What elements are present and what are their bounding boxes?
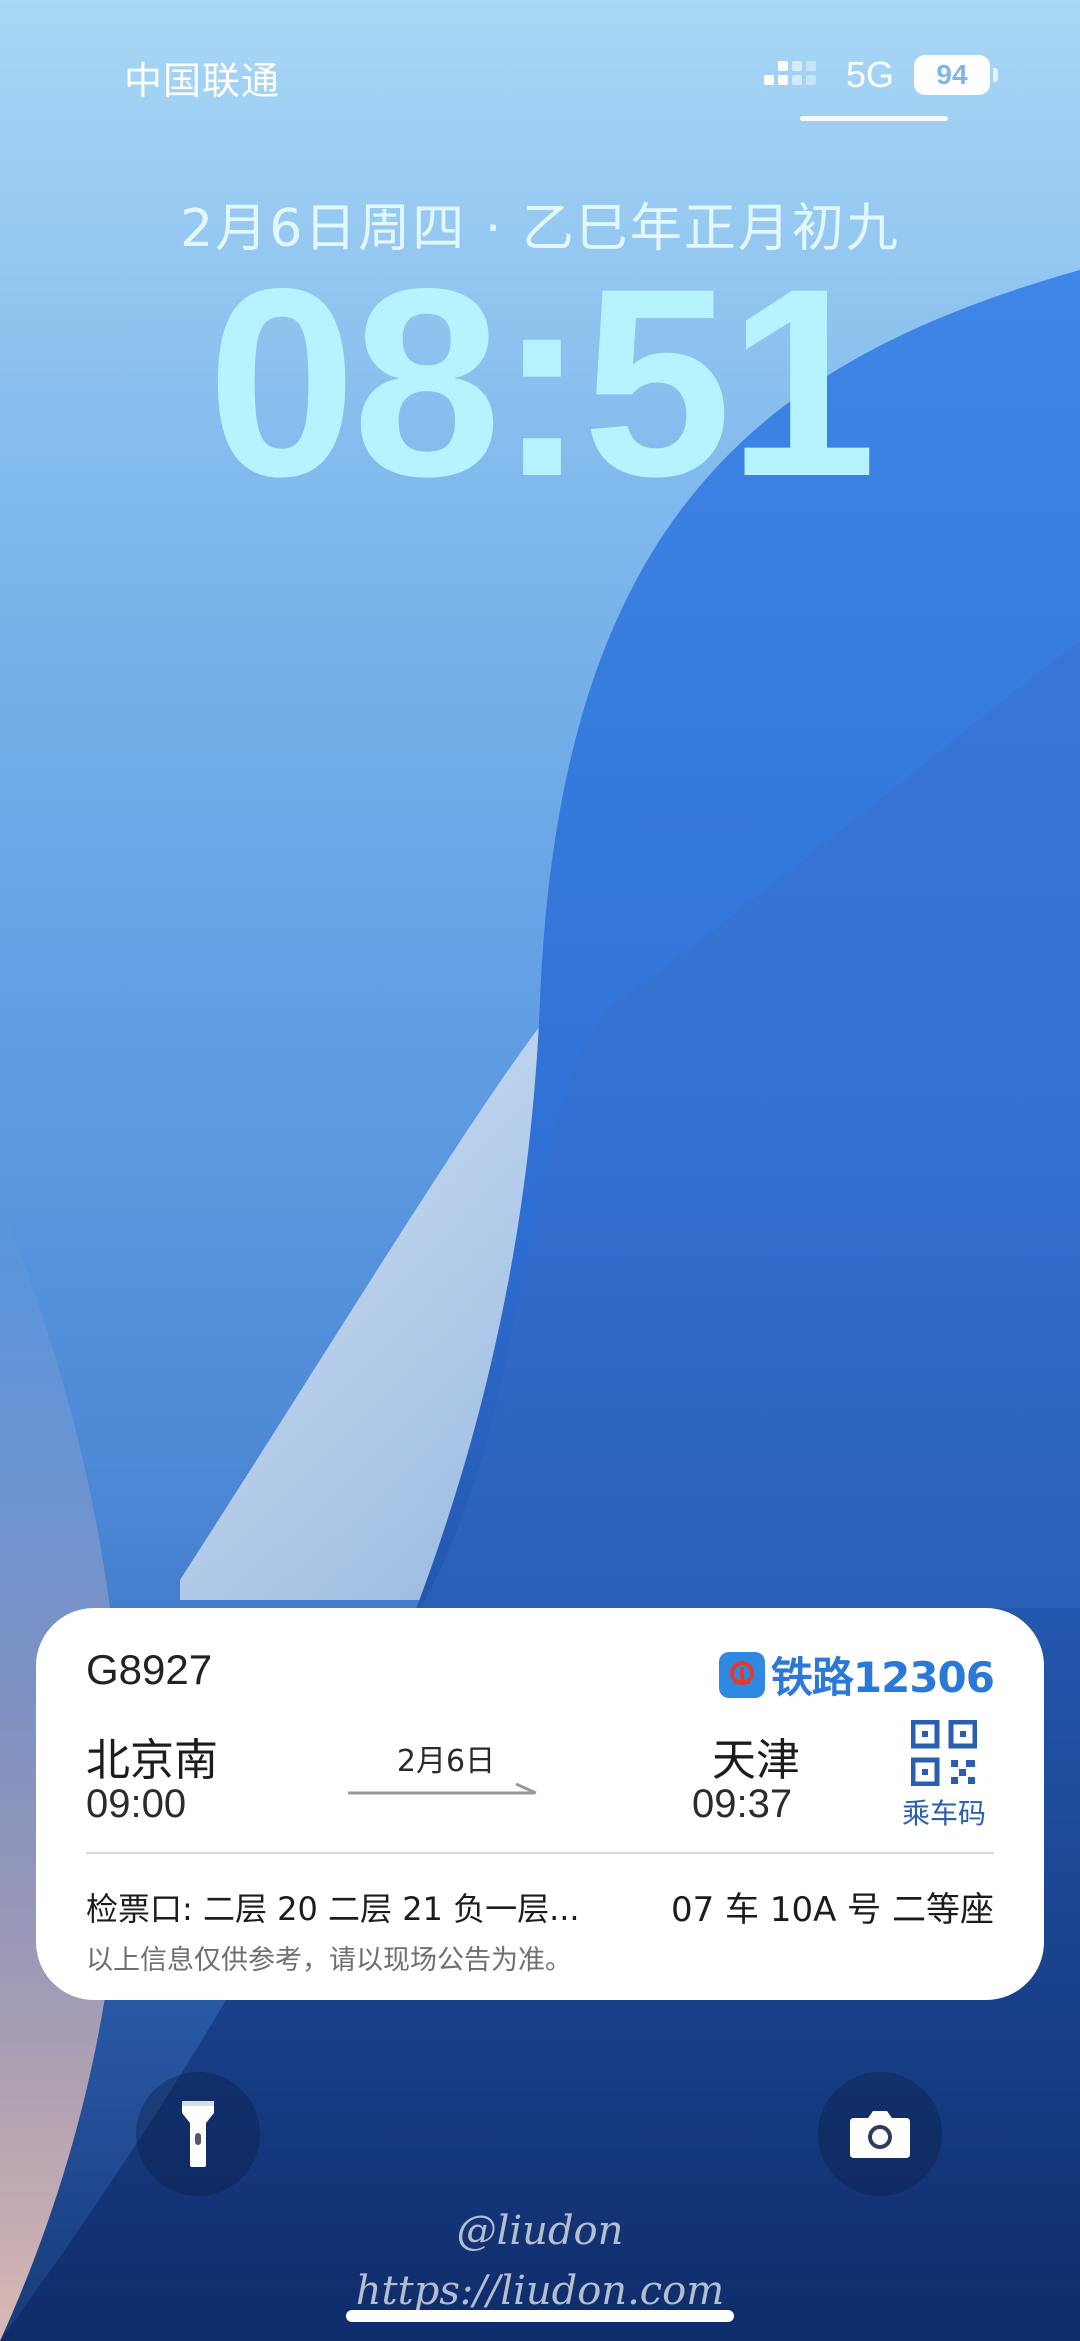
train-ticket-widget[interactable]: G8927 铁路12306 北京南 09:00 2月6日 天津 09:37 乘车… bbox=[36, 1608, 1044, 2000]
lock-clock: 08:51 bbox=[207, 232, 876, 532]
battery-level: 94 bbox=[936, 59, 968, 90]
battery-icon: 94 bbox=[914, 55, 998, 95]
seat-info: 07 车 10A 号 二等座 bbox=[670, 1890, 994, 1930]
battery-tip bbox=[993, 68, 998, 82]
route-arrow-icon bbox=[348, 1782, 537, 1795]
train-number: G8927 bbox=[86, 1646, 213, 1693]
flashlight-button[interactable] bbox=[136, 2072, 260, 2196]
watermark-handle: @liudon bbox=[456, 2208, 624, 2254]
boarding-code-button[interactable]: 乘车码 bbox=[894, 1720, 994, 1832]
disclaimer: 以上信息仅供参考，请以现场公告为准。 bbox=[86, 1945, 572, 1976]
departure-station: 北京南 bbox=[86, 1735, 218, 1786]
railway-logo-icon bbox=[718, 1651, 765, 1698]
brand-name: 铁路12306 bbox=[770, 1653, 995, 1702]
camera-icon bbox=[850, 2111, 910, 2158]
ticket-gate-info: 检票口: 二层 20 二层 21 负一层... bbox=[86, 1890, 580, 1928]
arrival-station: 天津 bbox=[712, 1735, 800, 1786]
control-center-indicator[interactable] bbox=[800, 116, 948, 121]
camera-button[interactable] bbox=[818, 2072, 942, 2196]
boarding-code-label: 乘车码 bbox=[901, 1797, 986, 1830]
home-indicator[interactable] bbox=[346, 2310, 734, 2322]
travel-date: 2月6日 bbox=[396, 1744, 496, 1779]
departure-time: 09:00 bbox=[86, 1782, 187, 1826]
carrier-label: 中国联通 bbox=[124, 59, 281, 103]
signal-bars-icon bbox=[763, 61, 816, 85]
status-indicators: 5G 94 bbox=[762, 52, 998, 98]
flashlight-icon bbox=[182, 2101, 214, 2167]
card-divider bbox=[86, 1852, 994, 1854]
lock-screen: 中国联通 5G 94 2月6日周四 · 乙巳年正月初九 08:51 G8927 bbox=[0, 0, 1080, 2341]
arrival-time: 09:37 bbox=[692, 1782, 793, 1826]
brand: 铁路12306 bbox=[718, 1644, 995, 1705]
watermark-url: https://liudon.com bbox=[355, 2268, 725, 2314]
qr-code-icon bbox=[911, 1720, 977, 1786]
network-type-label: 5G bbox=[845, 54, 894, 95]
